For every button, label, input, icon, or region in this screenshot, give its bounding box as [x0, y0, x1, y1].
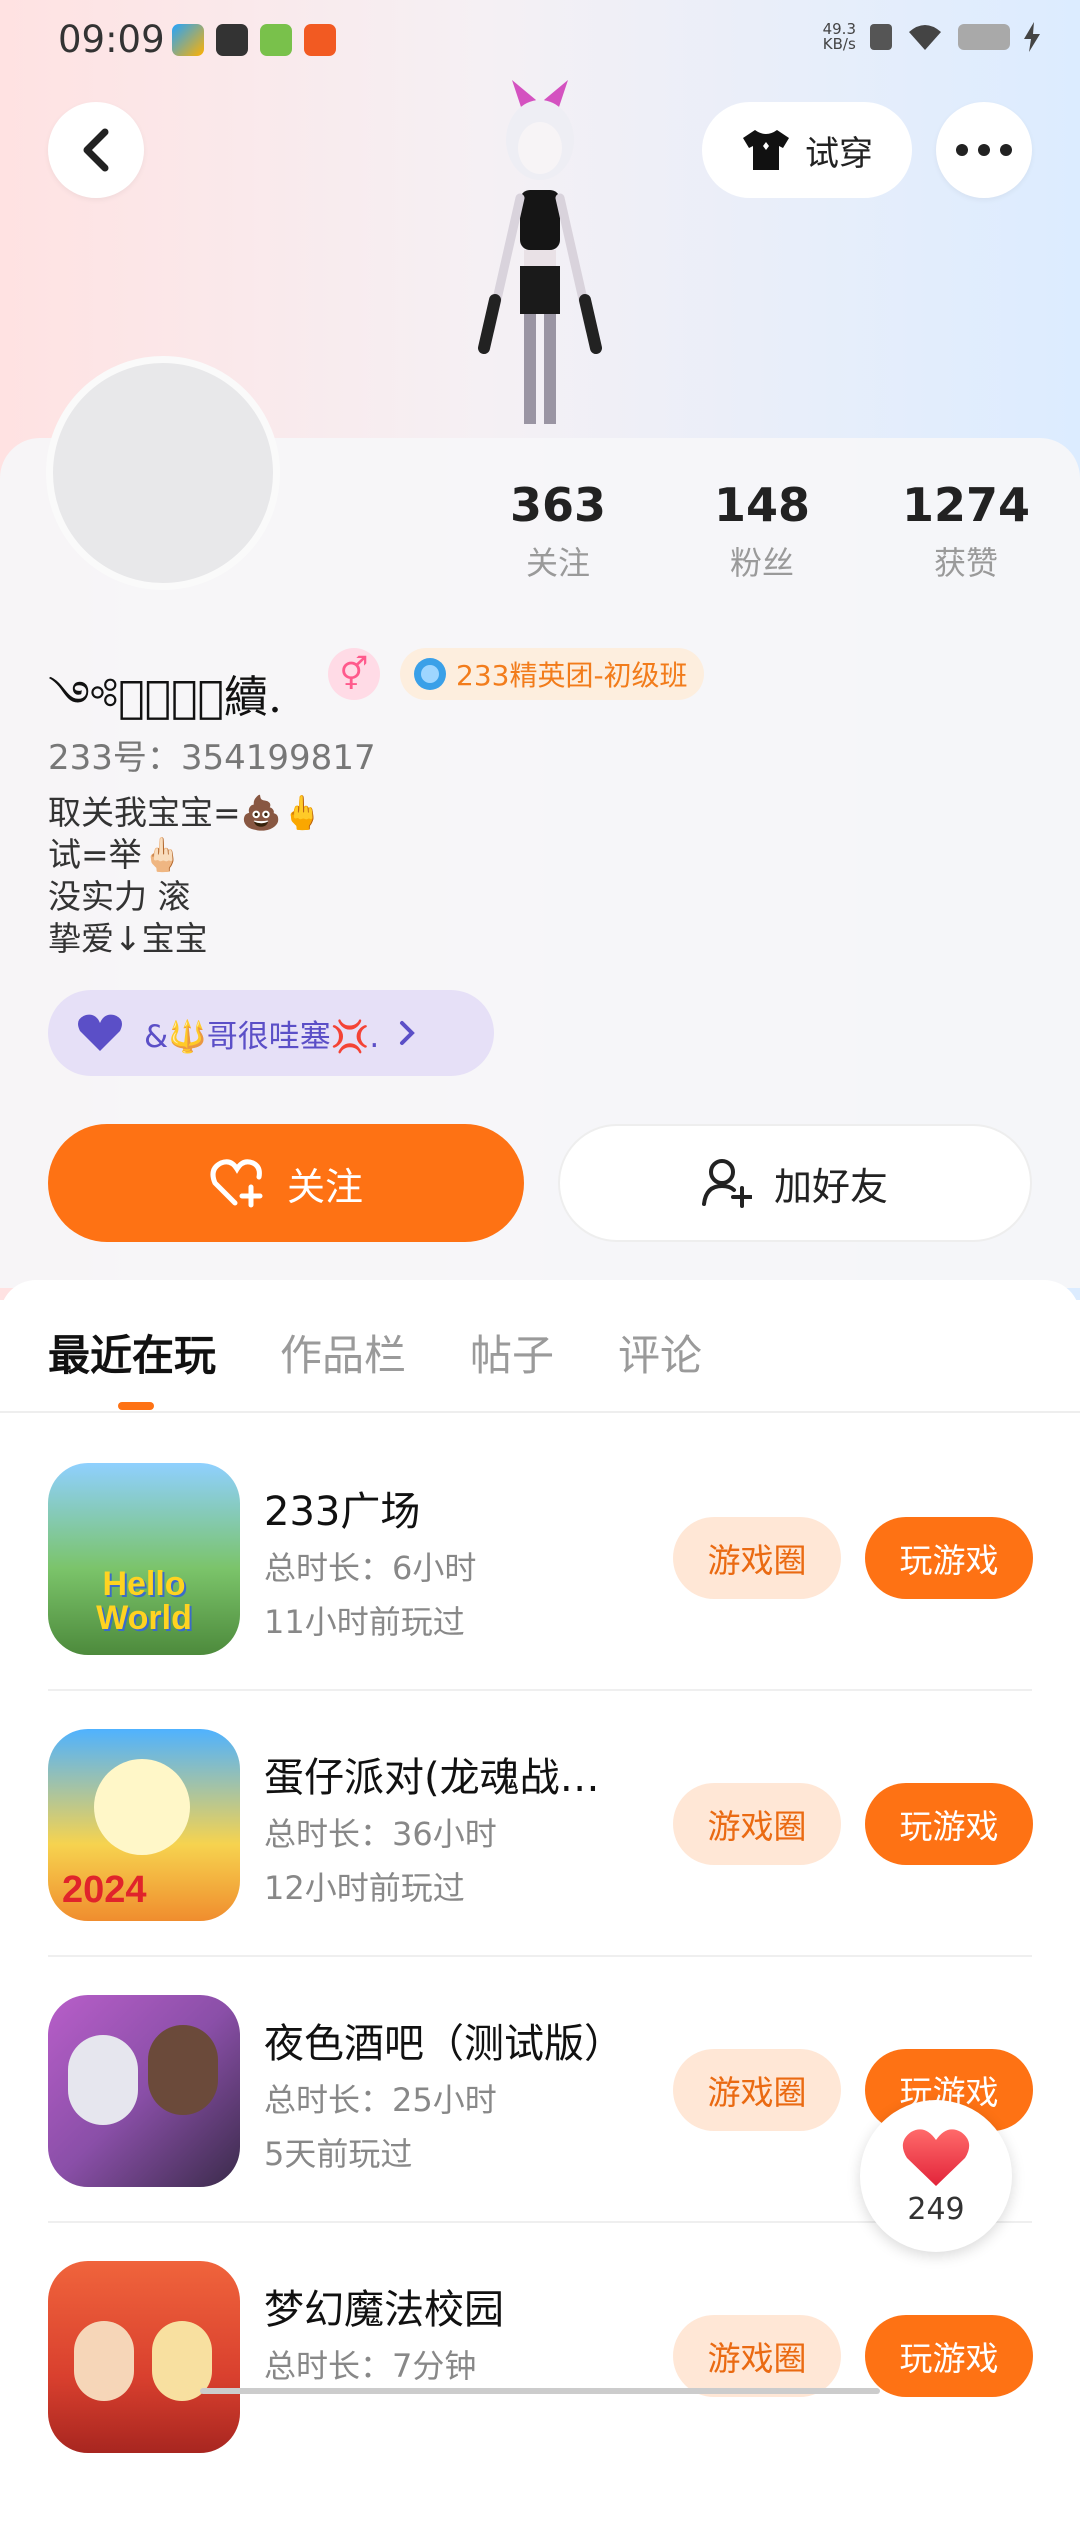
try-on-button[interactable]: 试穿 [702, 102, 912, 198]
notification-icon-1 [172, 24, 204, 56]
stat-followers[interactable]: 148 粉丝 [682, 478, 842, 584]
net-speed: 49.3 KB/s [822, 20, 856, 53]
game-circle-button[interactable]: 游戏圈 [673, 2315, 841, 2397]
list-item[interactable]: Hello World 233广场 总时长：6小时 11小时前玩过 游戏圈 玩游… [48, 1463, 1033, 1728]
notification-icon-2 [216, 24, 248, 56]
play-game-button[interactable]: 玩游戏 [865, 1783, 1033, 1865]
heart-plus-icon [210, 1159, 263, 1208]
status-bar: 09:09 49.3 KB/s [0, 0, 1080, 82]
no-sim-icon [870, 24, 892, 50]
charging-icon [1024, 22, 1040, 52]
tab-bar: 最近在玩 作品栏 帖子 评论 [48, 1322, 702, 1383]
game-duration: 总时长：7分钟 [264, 2347, 477, 2385]
game-title: 蛋仔派对(龙魂战… [264, 1755, 600, 1801]
list-item[interactable]: 2024 蛋仔派对(龙魂战… 总时长：36小时 12小时前玩过 游戏圈 玩游戏 [48, 1729, 1033, 1994]
game-circle-button[interactable]: 游戏圈 [673, 1783, 841, 1865]
bio: 取关我宝宝=💩🖕 试=举🖕🏻 没实力 滚 挚爱↓宝宝 [48, 792, 323, 960]
bio-line: 没实力 滚 [48, 877, 191, 916]
user-id[interactable]: 233号：354199817 [48, 730, 376, 779]
game-title: 233广场 [264, 1489, 421, 1535]
tab-works[interactable]: 作品栏 [280, 1322, 406, 1383]
notification-icon-3 [260, 24, 292, 56]
status-time: 09:09 [58, 18, 165, 61]
divider [0, 1411, 1080, 1413]
stat-label: 关注 [525, 544, 590, 582]
like-button[interactable]: 249 [860, 2100, 1012, 2252]
like-count: 249 [907, 2191, 965, 2227]
tab-posts[interactable]: 帖子 [470, 1322, 554, 1383]
play-game-button[interactable]: 玩游戏 [865, 1517, 1033, 1599]
stat-label: 粉丝 [729, 544, 794, 582]
battery-icon [958, 24, 1010, 50]
stat-value: 363 [509, 478, 607, 532]
game-icon-text: Hello World [96, 1565, 192, 1637]
stat-value: 1274 [901, 478, 1031, 532]
tab-comments[interactable]: 评论 [618, 1322, 702, 1383]
wifi-icon [909, 25, 941, 50]
divider [48, 1955, 1032, 1957]
game-last-played: 12小时前玩过 [264, 1869, 465, 1907]
stat-label: 获赞 [933, 544, 998, 582]
home-indicator[interactable] [200, 2388, 880, 2394]
bio-line: 取关我宝宝=💩🖕 [48, 793, 323, 832]
group-link[interactable]: &🔱哥很哇塞💢. [48, 990, 494, 1076]
heart-icon [902, 2128, 970, 2186]
game-title: 梦幻魔法校园 [264, 2287, 504, 2333]
game-icon [48, 1995, 240, 2187]
avatar-3d-figure[interactable] [440, 80, 640, 440]
game-duration: 总时长：36小时 [264, 1815, 497, 1853]
tab-recent-games[interactable]: 最近在玩 [48, 1322, 216, 1383]
stat-following[interactable]: 363 关注 [478, 478, 638, 584]
game-duration: 总时长：25小时 [264, 2081, 497, 2119]
chevron-right-icon [400, 1021, 416, 1045]
follow-label: 关注 [286, 1164, 363, 1209]
game-circle-button[interactable]: 游戏圈 [673, 2049, 841, 2131]
follow-button[interactable]: 关注 [48, 1124, 524, 1242]
heart-icon [78, 1014, 122, 1051]
bio-line: 试=举🖕🏻 [48, 835, 183, 874]
gender-icon: ⚥ [328, 648, 380, 700]
divider [48, 1689, 1032, 1691]
add-user-icon [701, 1159, 752, 1208]
stat-value: 148 [713, 478, 811, 532]
notification-icon-4 [304, 24, 336, 56]
more-icon [956, 144, 1012, 156]
game-icon-text: 2024 [62, 1869, 147, 1911]
game-last-played: 11小时前玩过 [264, 1603, 465, 1641]
play-game-button[interactable]: 玩游戏 [865, 2315, 1033, 2397]
shirt-icon [743, 130, 789, 170]
tab-indicator [118, 1402, 154, 1410]
back-button[interactable] [48, 102, 144, 198]
game-icon: Hello World [48, 1463, 240, 1655]
stat-likes[interactable]: 1274 获赞 [886, 478, 1046, 584]
badge-icon [414, 658, 446, 690]
game-circle-button[interactable]: 游戏圈 [673, 1517, 841, 1599]
game-title: 夜色酒吧（测试版） [264, 2021, 624, 2067]
game-icon [48, 2261, 240, 2453]
team-badge[interactable]: 233精英团-初级班 [400, 648, 704, 700]
chevron-left-icon [83, 128, 109, 172]
group-label: &🔱哥很哇塞💢. [144, 1018, 380, 1055]
add-friend-button[interactable]: 加好友 [558, 1124, 1032, 1242]
try-on-label: 试穿 [805, 133, 873, 174]
game-icon: 2024 [48, 1729, 240, 1921]
team-badge-label: 233精英团-初级班 [456, 659, 688, 692]
bio-line: 挚爱↓宝宝 [48, 919, 208, 958]
game-last-played: 5天前玩过 [264, 2135, 413, 2173]
more-button[interactable] [936, 102, 1032, 198]
game-duration: 总时长：6小时 [264, 1549, 477, 1587]
profile-avatar[interactable] [46, 356, 280, 590]
add-friend-label: 加好友 [773, 1164, 888, 1209]
